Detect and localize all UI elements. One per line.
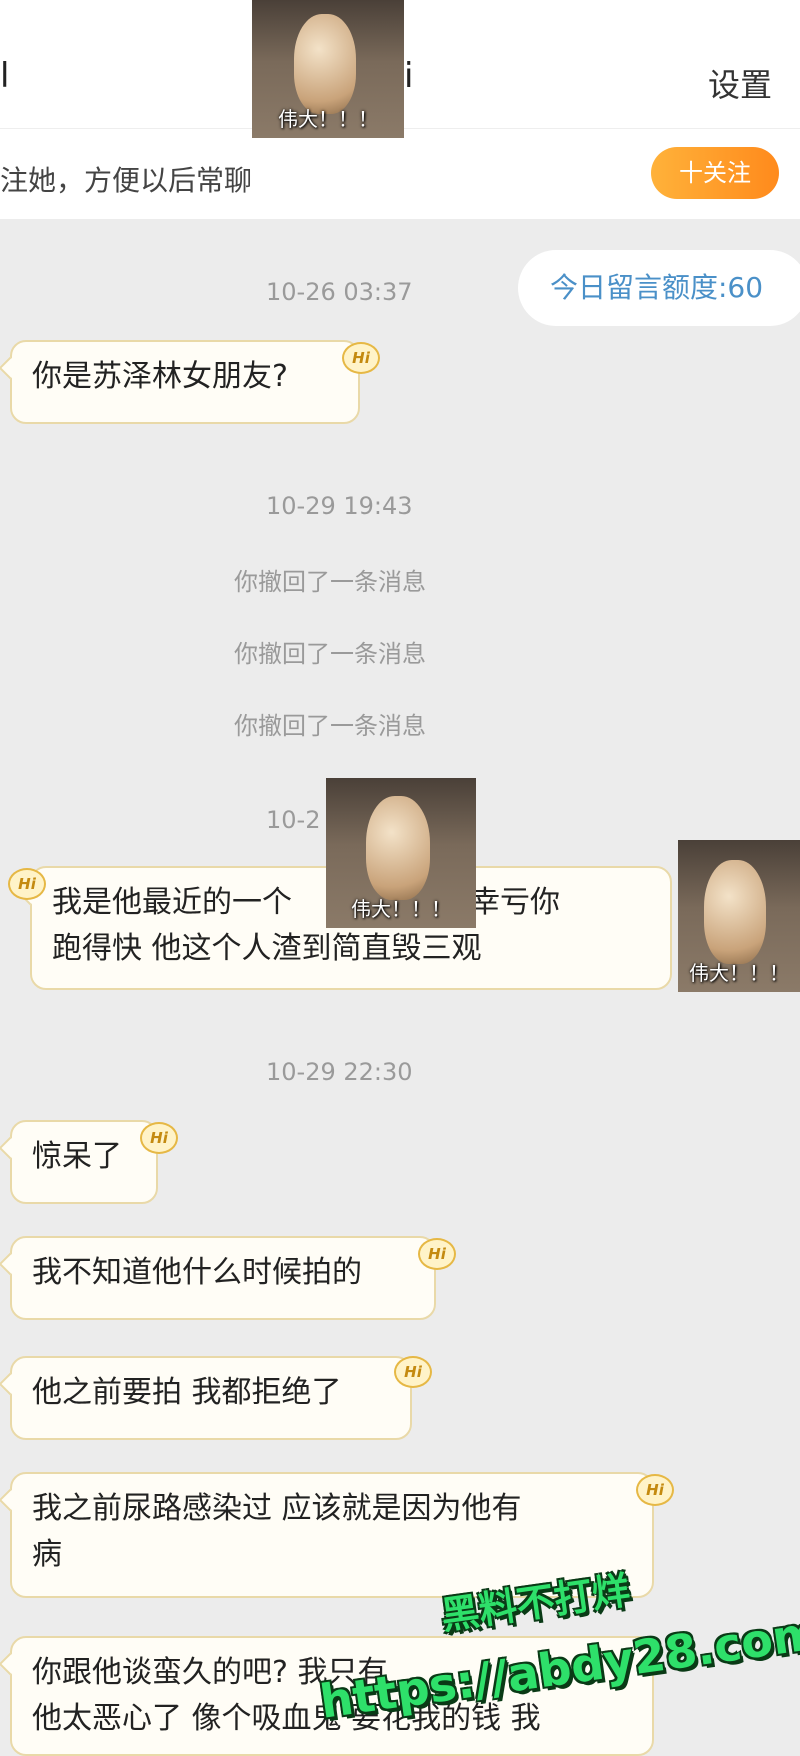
recall-notice: 你撤回了一条消息 bbox=[234, 640, 426, 668]
message-text: 他之前要拍 我都拒绝了 bbox=[32, 1375, 342, 1410]
message-text: 我是他最近的一个 bbox=[52, 885, 292, 920]
hi-badge-icon: Hi bbox=[140, 1122, 178, 1154]
message-text: 你是苏泽林女朋友? bbox=[32, 359, 288, 394]
message-text: 我不知道他什么时候拍的 bbox=[32, 1255, 362, 1290]
recall-notice: 你撤回了一条消息 bbox=[234, 712, 426, 740]
follow-prompt: 注她，方便以后常聊 bbox=[0, 164, 253, 197]
header-title-fragment-right: i bbox=[404, 56, 414, 96]
timestamp: 10-29 19:43 bbox=[266, 492, 413, 520]
message-text: 惊呆了 bbox=[32, 1139, 122, 1174]
hi-badge-icon: Hi bbox=[342, 342, 380, 374]
recall-notice: 你撤回了一条消息 bbox=[234, 568, 426, 596]
sticker-caption: 伟大！！！ bbox=[689, 961, 789, 985]
timestamp: 10-29 22:30 bbox=[266, 1058, 413, 1086]
hi-badge-icon: Hi bbox=[636, 1474, 674, 1506]
message-quota-badge: 今日留言额度:60 bbox=[518, 250, 800, 326]
sticker-caption: 伟大！！！ bbox=[351, 897, 451, 921]
sticker-caption: 伟大！！！ bbox=[278, 107, 378, 131]
sticker-image: 伟大！！！ bbox=[678, 840, 800, 992]
follow-button[interactable]: 十关注 bbox=[651, 147, 779, 199]
hi-badge-icon: Hi bbox=[418, 1238, 456, 1270]
header-title-fragment: l bbox=[0, 56, 10, 96]
message-text: 我之前尿路感染过 应该就是因为他有 bbox=[32, 1491, 522, 1526]
hi-badge-icon: Hi bbox=[394, 1356, 432, 1388]
sticker-image: 伟大！！！ bbox=[326, 778, 476, 928]
settings-button[interactable]: 设置 bbox=[708, 60, 772, 106]
message-text: 跑得快 他这个人渣到简直毁三观 bbox=[52, 931, 482, 966]
message-bubble[interactable]: 惊呆了 bbox=[10, 1120, 158, 1204]
timestamp: 10-26 03:37 bbox=[266, 278, 413, 306]
message-bubble[interactable]: 我不知道他什么时候拍的 bbox=[10, 1236, 436, 1320]
sticker-image: 伟大！！！ bbox=[252, 0, 404, 138]
follow-bar: 注她，方便以后常聊 十关注 bbox=[0, 128, 800, 219]
message-bubble[interactable]: 他之前要拍 我都拒绝了 bbox=[10, 1356, 412, 1440]
hi-badge-icon: Hi bbox=[8, 868, 46, 900]
message-bubble[interactable]: 你是苏泽林女朋友? bbox=[10, 340, 360, 424]
timestamp: 10-2 bbox=[266, 806, 321, 834]
